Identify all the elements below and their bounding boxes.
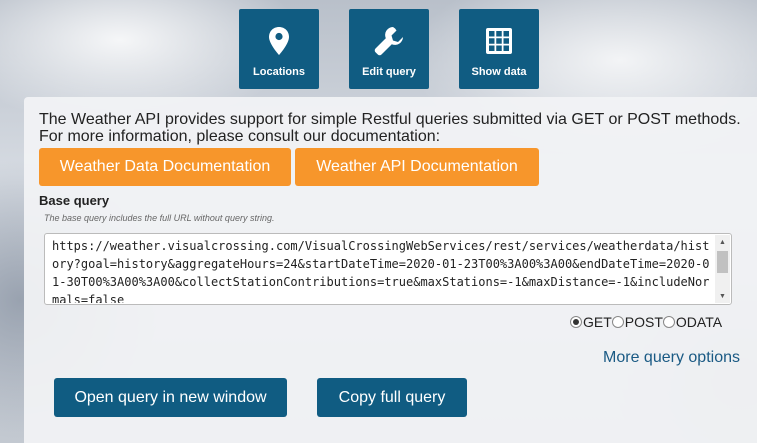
show-data-label: Show data (471, 66, 527, 78)
grid-icon (485, 25, 513, 57)
scroll-up-icon[interactable]: ▲ (715, 235, 730, 249)
scroll-thumb[interactable] (717, 251, 728, 273)
base-query-help: The base query includes the full URL wit… (44, 213, 275, 223)
map-pin-icon (268, 25, 290, 57)
radio-unselected-icon[interactable] (662, 316, 675, 328)
method-radio-odata[interactable]: ODATA (662, 314, 723, 330)
intro-line-2: For more information, please consult our… (39, 128, 441, 145)
edit-query-label: Edit query (362, 66, 416, 78)
method-radio-post[interactable]: POST (611, 314, 663, 330)
method-label-post: POST (624, 314, 663, 330)
radio-selected-icon[interactable] (570, 316, 582, 328)
toolbar: Locations Edit query Show data (0, 9, 757, 89)
more-query-options-link[interactable]: More query options (603, 349, 740, 367)
copy-full-query-button[interactable]: Copy full query (317, 378, 467, 417)
show-data-button[interactable]: Show data (459, 9, 539, 89)
scroll-down-icon[interactable]: ▼ (715, 289, 730, 303)
edit-query-button[interactable]: Edit query (349, 9, 429, 89)
radio-unselected-icon[interactable] (611, 316, 624, 328)
method-radio-get[interactable]: GET (570, 314, 612, 330)
method-label-odata: ODATA (675, 314, 723, 330)
wrench-icon (373, 25, 405, 57)
open-query-new-window-button[interactable]: Open query in new window (54, 378, 287, 417)
intro-text: The Weather API provides support for sim… (39, 111, 754, 145)
query-panel: The Weather API provides support for sim… (24, 97, 757, 443)
method-label-get: GET (583, 314, 612, 330)
method-radio-group: GET POST ODATA (570, 314, 722, 330)
locations-button[interactable]: Locations (239, 9, 319, 89)
query-scrollbar[interactable]: ▲ ▼ (715, 235, 730, 303)
weather-api-documentation-button[interactable]: Weather API Documentation (295, 148, 539, 186)
intro-line-1: The Weather API provides support for sim… (39, 111, 741, 128)
base-query-text[interactable]: https://weather.visualcrossing.com/Visua… (52, 237, 714, 303)
weather-data-documentation-button[interactable]: Weather Data Documentation (39, 148, 291, 186)
base-query-title: Base query (39, 193, 110, 208)
base-query-textarea[interactable]: https://weather.visualcrossing.com/Visua… (44, 233, 732, 305)
locations-label: Locations (253, 66, 305, 78)
